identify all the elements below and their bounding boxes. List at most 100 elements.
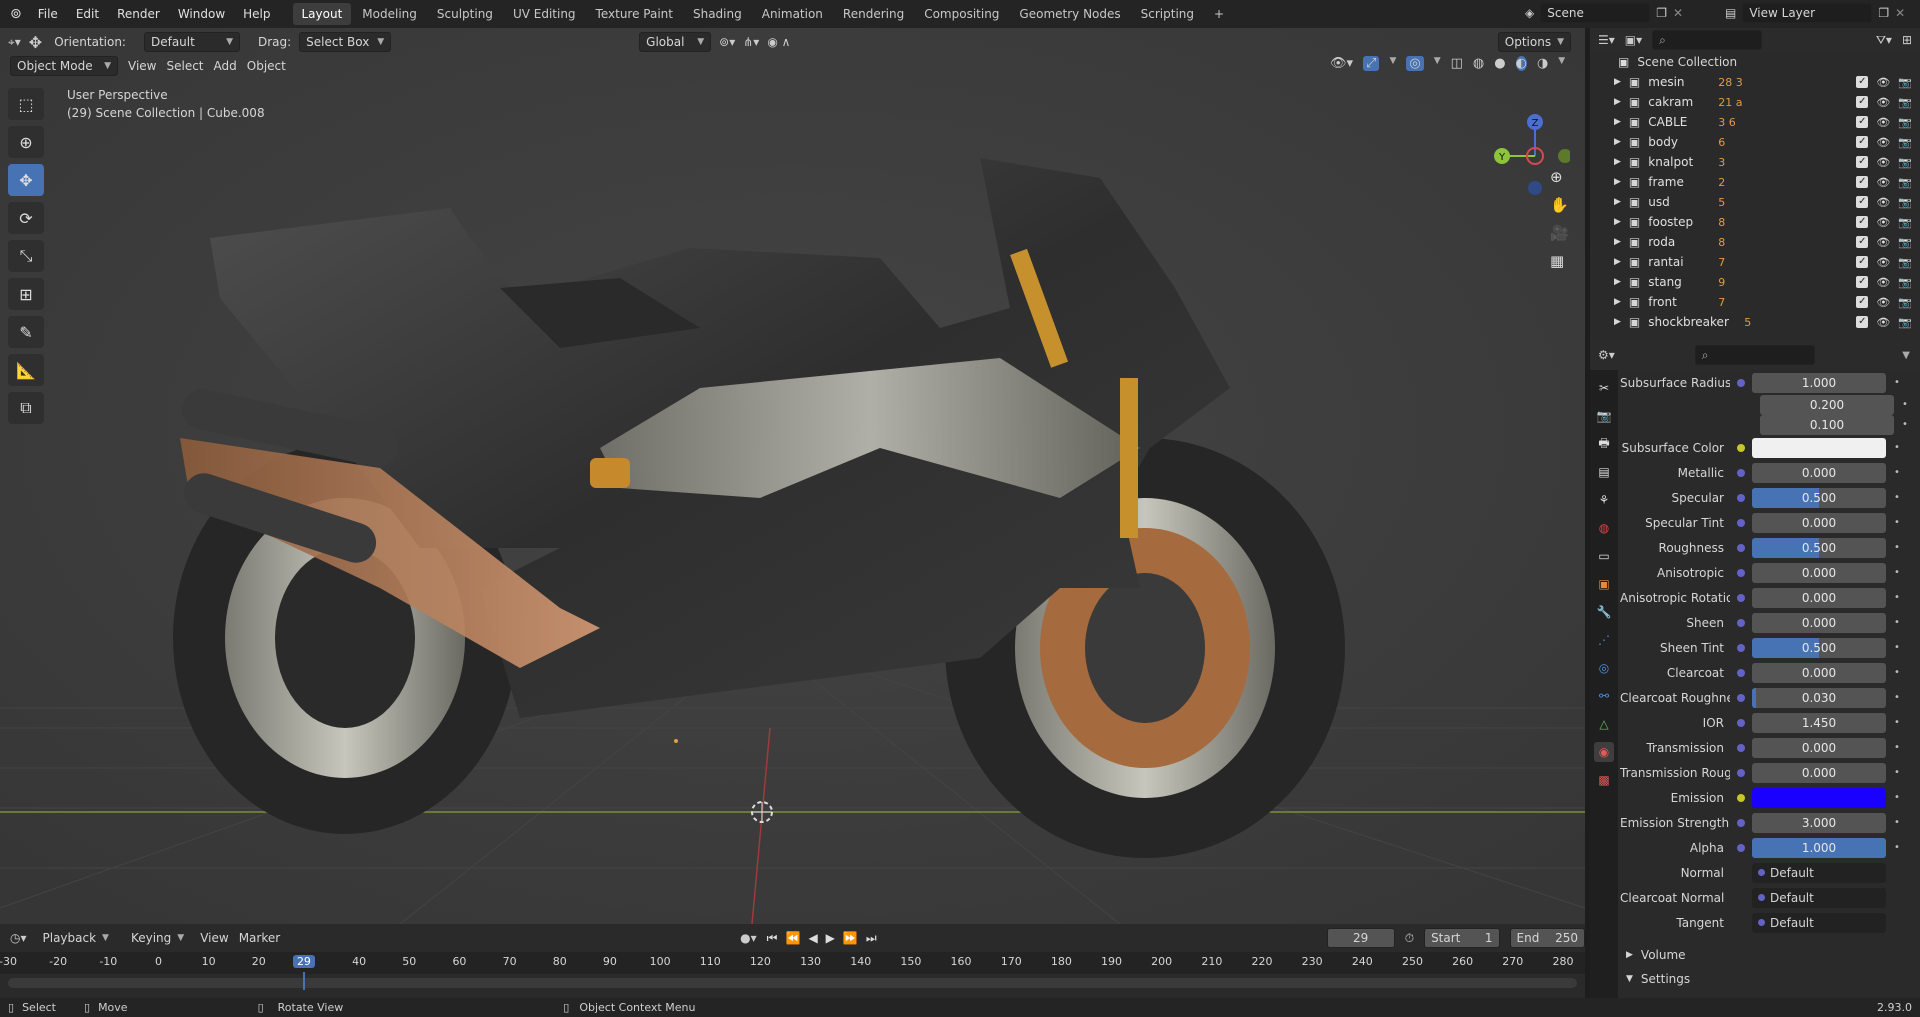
solid-shading-icon[interactable]: ● [1494,56,1505,71]
end-frame-field[interactable]: End 250 [1509,928,1585,948]
drag-dropdown[interactable]: Select Box ▼ [299,32,392,52]
exclude-checkbox[interactable]: ✓ [1856,115,1869,128]
snap-icon[interactable]: ⋔▾ [743,35,759,49]
menu-view[interactable]: View [128,59,156,73]
socket-icon[interactable] [1737,718,1745,727]
socket-icon[interactable] [1737,493,1745,502]
socket-icon[interactable] [1737,793,1745,802]
value-slider[interactable]: 0.000 [1752,612,1886,633]
color-swatch[interactable] [1752,437,1886,458]
camera-icon[interactable]: 🎥 [1550,224,1569,242]
menu-file[interactable]: File [30,3,66,25]
value-slider[interactable]: 0.000 [1752,737,1886,758]
rotate-icon[interactable]: ⟳ [8,202,44,234]
socket-icon[interactable] [1737,693,1745,702]
value-slider[interactable]: 3.000 [1752,812,1886,833]
scene-collection-row[interactable]: ▣ Scene Collection [1590,52,1920,72]
options-dropdown[interactable]: Options ▼ [1497,32,1571,52]
keyframe-dot-icon[interactable]: • [1894,667,1900,678]
annotate-icon[interactable]: ✎ [8,316,44,348]
tab-layout[interactable]: Layout [292,3,352,25]
play-reverse-icon[interactable]: ◀ [808,931,817,946]
socket-icon[interactable] [1737,743,1745,752]
zoom-icon[interactable]: ⊕ [1550,168,1569,186]
chevron-down-icon[interactable]: ▼ [1902,350,1920,361]
add-workspace-icon[interactable]: + [1205,3,1233,25]
overlay-toggle-icon[interactable]: ◎ [1406,56,1424,71]
camera-icon[interactable]: 📷 [1898,116,1912,129]
scene-tab-icon[interactable]: ⚘ [1594,490,1614,510]
link-field[interactable]: Default [1752,912,1886,933]
display-mode-icon[interactable]: ▣▾ [1625,33,1642,47]
outliner-type-icon[interactable]: ☰▾ [1598,33,1615,47]
jump-start-icon[interactable]: ⏮ [767,931,778,946]
tab-rendering[interactable]: Rendering [834,3,913,25]
keyframe-dot-icon[interactable]: • [1894,442,1900,453]
menu-window[interactable]: Window [170,3,233,25]
current-frame-field[interactable]: 29 [1326,928,1395,948]
keyframe-dot-icon[interactable]: • [1894,592,1900,603]
socket-icon[interactable] [1737,543,1745,552]
tab-animation[interactable]: Animation [753,3,832,25]
camera-icon[interactable]: 📷 [1898,96,1912,109]
view-layer-icon[interactable]: ▤ [1725,6,1736,20]
socket-icon[interactable] [1737,643,1745,652]
outliner-row[interactable]: ▶ ▣ mesin 28 3 ✓ 👁 📷 [1590,72,1920,92]
jump-end-icon[interactable]: ⏭ [866,931,877,946]
camera-icon[interactable]: 📷 [1898,296,1912,309]
value-slider[interactable]: 0.000 [1752,587,1886,608]
marker-menu[interactable]: Marker [239,931,280,945]
value-slider[interactable]: 0.000 [1752,762,1886,783]
prev-keyframe-icon[interactable]: ⏪ [785,931,800,946]
menu-render[interactable]: Render [109,3,168,25]
panel-volume[interactable]: ▶ Volume [1620,943,1920,967]
subsurface-radius-y-field[interactable]: 0.200 [1760,394,1894,415]
keyframe-dot-icon[interactable]: • [1894,842,1900,853]
timeline-scrollbar[interactable] [8,978,1577,988]
keyframe-dot-icon[interactable]: • [1902,399,1908,410]
keyframe-dot-icon[interactable]: • [1894,542,1900,553]
eye-icon[interactable]: 👁 [1876,76,1890,89]
expand-arrow-icon[interactable]: ▶ [1614,197,1621,207]
eye-icon[interactable]: 👁 [1876,276,1890,289]
eye-icon[interactable]: 👁 [1876,96,1890,109]
value-slider[interactable]: 0.000 [1752,662,1886,683]
stopwatch-icon[interactable]: ⏱ [1405,931,1414,946]
render-tab-icon[interactable]: 📷 [1594,406,1614,426]
camera-icon[interactable]: 📷 [1898,236,1912,249]
outliner-search-input[interactable]: ⌕ [1652,30,1763,50]
value-slider[interactable]: 1.000 [1752,837,1886,858]
expand-arrow-icon[interactable]: ▶ [1614,277,1621,287]
expand-arrow-icon[interactable]: ▶ [1614,157,1621,167]
exclude-checkbox[interactable]: ✓ [1856,275,1869,288]
menu-object[interactable]: Object [247,59,286,73]
menu-select[interactable]: Select [166,59,203,73]
exclude-checkbox[interactable]: ✓ [1856,135,1869,148]
collection-tab-icon[interactable]: ▭ [1594,546,1614,566]
rendered-shading-icon[interactable]: ◑ [1537,56,1548,71]
new-collection-icon[interactable]: ⊞ [1902,33,1920,47]
keyframe-dot-icon[interactable]: • [1894,467,1900,478]
proportional-edit-icon[interactable]: ◉ ∧ [767,35,790,49]
new-view-layer-icon[interactable]: ❐ [1878,6,1889,20]
play-icon[interactable]: ▶ [826,931,835,946]
tab-shading[interactable]: Shading [684,3,751,25]
tab-uv-editing[interactable]: UV Editing [504,3,585,25]
camera-icon[interactable]: 📷 [1898,156,1912,169]
value-slider[interactable]: 0.500 [1752,637,1886,658]
eye-icon[interactable]: 👁 [1876,256,1890,269]
mode-dropdown[interactable]: Object Mode ▼ [10,56,118,76]
transform-orientation-dropdown[interactable]: Global ▼ [639,32,712,52]
value-slider[interactable]: 0.500 [1752,537,1886,558]
value-slider[interactable]: 0.500 [1752,487,1886,508]
keyframe-dot-icon[interactable]: • [1894,767,1900,778]
keyframe-dot-icon[interactable]: • [1894,642,1900,653]
outliner-row[interactable]: ▶ ▣ CABLE 3 6 ✓ 👁 📷 [1590,112,1920,132]
eye-icon[interactable]: 👁 [1876,176,1890,189]
exclude-checkbox[interactable]: ✓ [1856,95,1869,108]
tab-scripting[interactable]: Scripting [1132,3,1203,25]
pan-hand-icon[interactable]: ✋ [1550,196,1569,214]
move-icon[interactable]: ✥ [8,164,44,196]
keyframe-dot-icon[interactable]: • [1902,419,1908,430]
value-slider[interactable]: 0.000 [1752,512,1886,533]
